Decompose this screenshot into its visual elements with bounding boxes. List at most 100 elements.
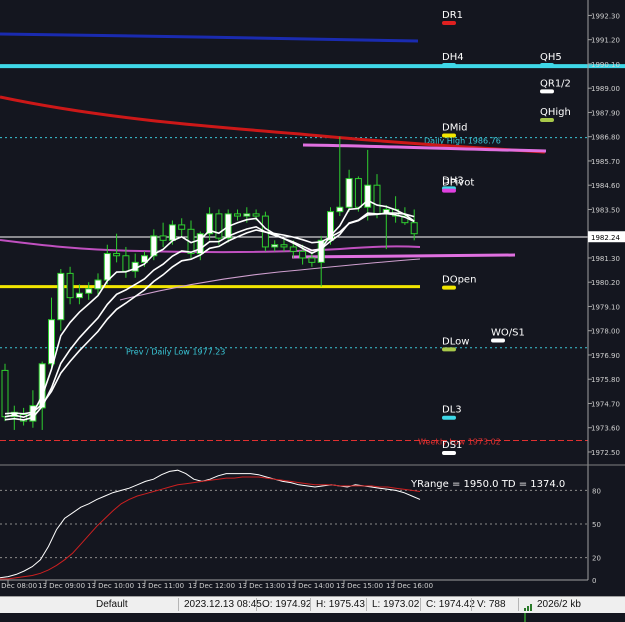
- marker-swatch: [442, 285, 456, 290]
- candle-body: [85, 288, 93, 294]
- price-tick-label: 1991.20: [591, 37, 620, 45]
- chart-canvas: Daily High 1986.76Prev / Daily Low 1977.…: [0, 0, 625, 596]
- candle-body: [354, 178, 362, 208]
- candle-body: [1, 369, 9, 418]
- price-tick-label: 1987.90: [591, 109, 620, 117]
- marker-swatch: [442, 450, 456, 455]
- oscillator-tick-label: 20: [592, 555, 601, 563]
- marker-swatch: [442, 347, 456, 352]
- bar-close: C: 1974.42: [426, 599, 475, 610]
- price-tick-label: 1980.20: [591, 279, 620, 287]
- time-tick-label: 13 Dec 08:00: [0, 582, 37, 590]
- svg-text:QH5: QH5: [540, 52, 562, 63]
- bar-datetime: 2023.12.13 08:45: [184, 599, 262, 610]
- svg-text:DOpen: DOpen: [442, 275, 476, 286]
- oscillator-tick-label: 50: [592, 521, 601, 529]
- candle-body: [317, 239, 325, 263]
- price-tick-label: 1984.60: [591, 182, 620, 190]
- marker-swatch: [491, 338, 505, 343]
- candle-body: [178, 224, 186, 230]
- marker-swatch: [442, 133, 456, 138]
- candle-body: [234, 213, 241, 217]
- candle-body: [57, 272, 65, 321]
- candle-body: [113, 253, 121, 257]
- price-tick-label: 1974.70: [591, 400, 620, 408]
- candle-body: [373, 184, 381, 215]
- time-tick-label: 13 Dec 14:00: [287, 582, 334, 590]
- marker-swatch: [442, 62, 456, 67]
- price-tick-label: 1978.00: [591, 328, 620, 336]
- time-tick-label: 13 Dec 10:00: [87, 582, 134, 590]
- candle-body: [215, 213, 223, 239]
- bar-high: H: 1975.43: [316, 599, 365, 610]
- time-tick-label: 13 Dec 13:00: [238, 582, 285, 590]
- price-tick-label: 1973.60: [591, 425, 620, 433]
- candle-body: [159, 235, 167, 241]
- candle-body: [410, 222, 418, 235]
- candle-body: [336, 206, 344, 213]
- time-tick-label: 13 Dec 09:00: [38, 582, 85, 590]
- daily-low-label: Prev / Daily Low 1977.23: [126, 348, 225, 357]
- oscillator-tick-label: 80: [592, 487, 601, 495]
- price-tick-label: 1992.30: [591, 12, 620, 20]
- svg-text:DS1: DS1: [442, 440, 462, 451]
- candle-body: [299, 250, 307, 259]
- time-tick-label: 13 Dec 15:00: [336, 582, 383, 590]
- marker-swatch: [442, 188, 456, 193]
- candle-body: [271, 244, 279, 248]
- candle-body: [308, 257, 316, 263]
- current-price-label: 1982.24: [591, 234, 620, 242]
- price-tick-label: 1990.10: [591, 61, 620, 69]
- connection-traffic: 2026/2 kb: [537, 599, 581, 610]
- bar-open: O: 1974.92: [262, 599, 312, 610]
- candle-body: [48, 319, 55, 365]
- candle-body: [289, 246, 297, 252]
- chart-background: [0, 0, 625, 596]
- price-tick-label: 1976.90: [591, 352, 620, 360]
- candle-0: [1, 363, 9, 422]
- candle-body: [280, 244, 288, 248]
- svg-text:DH4: DH4: [442, 52, 464, 63]
- marker-swatch: [540, 89, 554, 94]
- bar-low: L: 1973.02: [372, 599, 420, 610]
- svg-text:DPivot: DPivot: [442, 178, 474, 189]
- marker-swatch: [540, 62, 554, 67]
- price-tick-label: 1986.80: [591, 134, 620, 142]
- candle-body: [168, 224, 176, 241]
- svg-text:DR1: DR1: [442, 10, 463, 21]
- marker-swatch: [442, 415, 456, 420]
- pink-level-lower: [291, 253, 516, 259]
- price-tick-label: 1983.50: [591, 206, 620, 214]
- candle-body: [252, 213, 260, 217]
- candle-body: [66, 272, 74, 299]
- marker-swatch: [442, 21, 456, 26]
- price-tick-label: 1985.70: [591, 158, 620, 166]
- candle-body: [75, 292, 83, 299]
- time-tick-label: 13 Dec 12:00: [188, 582, 235, 590]
- candle-body: [94, 279, 102, 290]
- candle-body: [364, 184, 372, 208]
- connection-traffic-icon: [524, 600, 534, 622]
- candle-body: [103, 253, 111, 281]
- profile-label[interactable]: Default: [96, 599, 128, 610]
- svg-text:QR1/2: QR1/2: [540, 78, 571, 89]
- price-tick-label: 1975.80: [591, 376, 620, 384]
- price-tick-label: 1972.50: [591, 449, 620, 457]
- price-tick-label: 1989.00: [591, 85, 620, 93]
- svg-text:DLow: DLow: [442, 336, 469, 347]
- bar-volume: V: 788: [477, 599, 506, 610]
- oscillator-info-text: YRange = 1950.0 TD = 1374.0: [410, 479, 565, 490]
- time-tick-label: 13 Dec 16:00: [386, 582, 433, 590]
- price-tick-label: 1981.30: [591, 255, 620, 263]
- time-tick-label: 13 Dec 11:00: [137, 582, 184, 590]
- svg-text:DMid: DMid: [442, 122, 467, 133]
- marker-swatch: [540, 118, 554, 123]
- svg-text:WO/S1: WO/S1: [491, 328, 525, 339]
- oscillator-tick-label: 0: [592, 577, 596, 585]
- svg-text:QHigh: QHigh: [540, 107, 571, 118]
- svg-text:DL3: DL3: [442, 405, 462, 416]
- price-panel: Daily High 1986.76Prev / Daily Low 1977.…: [0, 0, 625, 596]
- candle-body: [345, 178, 353, 208]
- candle-body: [243, 213, 251, 217]
- price-tick-label: 1979.10: [591, 303, 620, 311]
